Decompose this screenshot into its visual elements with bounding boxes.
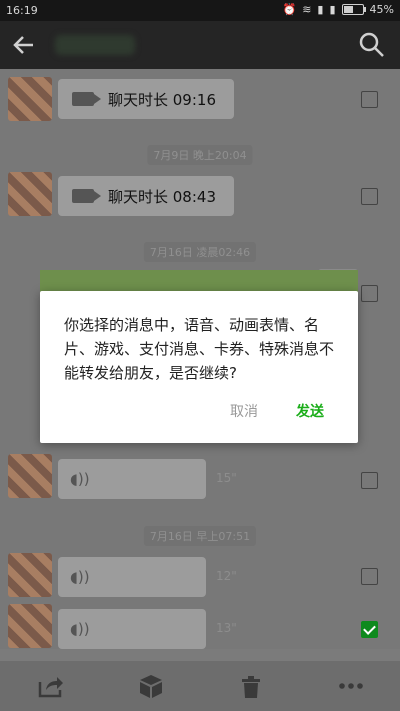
avatar[interactable] bbox=[8, 553, 52, 597]
dialog-message: 你选择的消息中，语音、动画表情、名片、游戏、支付消息、卡券、特殊消息不能转发给朋… bbox=[64, 316, 335, 382]
voice-message-bubble[interactable]: ◖)) bbox=[58, 459, 206, 499]
signal-icon: ▮ bbox=[317, 3, 324, 16]
voice-icon: ◖)) bbox=[70, 470, 90, 488]
select-checkbox-checked[interactable] bbox=[361, 621, 378, 638]
select-checkbox[interactable] bbox=[361, 568, 378, 585]
share-icon[interactable] bbox=[38, 674, 64, 698]
avatar[interactable] bbox=[8, 604, 52, 648]
battery-percent: 45% bbox=[369, 3, 394, 16]
voice-message-bubble[interactable]: ◖)) bbox=[58, 557, 206, 597]
video-call-icon bbox=[72, 189, 101, 203]
video-call-bubble[interactable]: 聊天时长 08:43 bbox=[58, 176, 234, 216]
select-checkbox[interactable] bbox=[361, 472, 378, 489]
time-label: 7月16日 凌晨02:46 bbox=[143, 242, 257, 262]
forward-confirm-dialog: 你选择的消息中，语音、动画表情、名片、游戏、支付消息、卡券、特殊消息不能转发给朋… bbox=[40, 291, 358, 443]
voice-icon: ◖)) bbox=[70, 568, 90, 586]
select-checkbox[interactable] bbox=[361, 91, 378, 108]
app-bar bbox=[0, 21, 400, 69]
send-button[interactable]: 发送 bbox=[296, 401, 324, 421]
signal-icon: ▮ bbox=[329, 3, 336, 16]
call-duration-label: 聊天时长 08:43 bbox=[108, 187, 216, 206]
status-time: 16:19 bbox=[6, 4, 38, 17]
avatar[interactable] bbox=[8, 77, 52, 121]
more-icon[interactable] bbox=[338, 674, 364, 698]
video-call-icon bbox=[72, 92, 101, 106]
avatar[interactable] bbox=[8, 172, 52, 216]
select-checkbox[interactable] bbox=[361, 285, 378, 302]
selected-message-strip bbox=[40, 270, 358, 292]
battery-icon bbox=[341, 4, 366, 15]
time-label: 7月16日 早上07:51 bbox=[143, 526, 257, 546]
call-duration-label: 聊天时长 09:16 bbox=[108, 90, 216, 109]
search-icon[interactable] bbox=[358, 31, 386, 59]
back-arrow-icon[interactable] bbox=[8, 31, 40, 59]
voice-duration: 13" bbox=[216, 621, 237, 635]
chat-title bbox=[55, 35, 135, 55]
voice-message-bubble[interactable]: ◖)) bbox=[58, 609, 206, 649]
wifi-icon: ≋ bbox=[302, 3, 312, 16]
voice-icon: ◖)) bbox=[70, 620, 90, 638]
bottom-action-bar bbox=[0, 661, 400, 711]
video-call-bubble[interactable]: 聊天时长 09:16 bbox=[58, 79, 234, 119]
select-checkbox[interactable] bbox=[361, 188, 378, 205]
avatar[interactable] bbox=[8, 454, 52, 498]
time-label: 7月9日 晚上20:04 bbox=[147, 145, 253, 165]
voice-duration: 15" bbox=[216, 471, 237, 485]
alarm-icon: ⏰ bbox=[282, 3, 297, 16]
voice-duration: 12" bbox=[216, 569, 237, 583]
trash-icon[interactable] bbox=[238, 674, 264, 698]
status-bar: 16:19 ⏰ ≋ ▮ ▮ 45% bbox=[0, 0, 400, 21]
favorite-box-icon[interactable] bbox=[138, 674, 164, 698]
cancel-button[interactable]: 取消 bbox=[230, 401, 258, 421]
